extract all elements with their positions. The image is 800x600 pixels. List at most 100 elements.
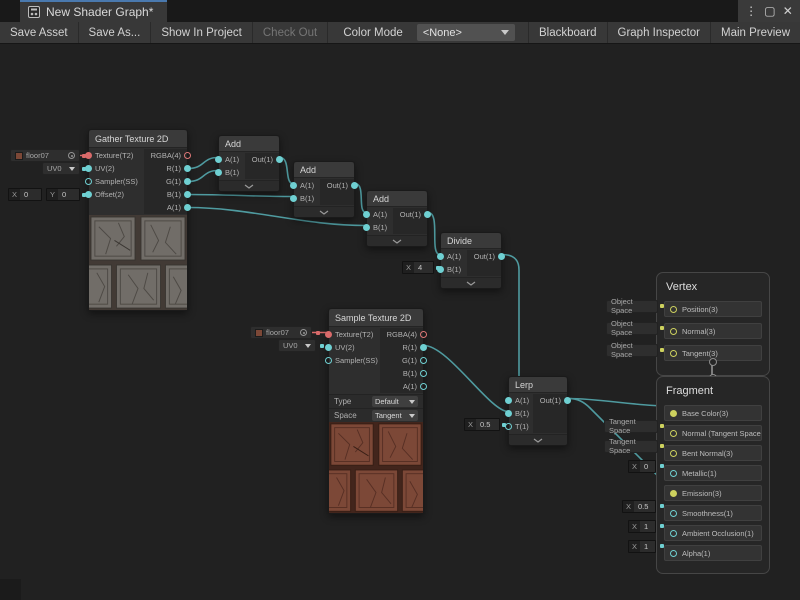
port-normal-input[interactable] xyxy=(670,328,677,335)
field-value[interactable]: 0.5 xyxy=(476,419,499,430)
offset-x-field[interactable]: X 0 xyxy=(8,188,42,201)
port-normal-ts-input[interactable] xyxy=(670,430,677,437)
port-ambient-occlusion-input[interactable] xyxy=(670,530,677,537)
node-divide[interactable]: Divide A(1) B(1) Out(1) xyxy=(440,232,502,289)
field-value[interactable]: 0 xyxy=(20,189,41,200)
texture-object-field[interactable]: floor07 xyxy=(250,326,312,339)
port-r-output[interactable] xyxy=(420,344,427,351)
port-out-output[interactable] xyxy=(276,156,283,163)
fragment-smoothness-block[interactable]: Smoothness(1) xyxy=(664,505,762,521)
port-a-input[interactable] xyxy=(505,397,512,404)
node-add-3[interactable]: Add A(1) B(1) Out(1) xyxy=(366,190,428,247)
field-value[interactable]: 0.5 xyxy=(634,501,655,512)
node-collapse-strip[interactable] xyxy=(219,180,279,191)
metallic-field[interactable]: X 0 xyxy=(628,460,656,473)
port-sampler-input[interactable] xyxy=(325,357,332,364)
kebab-menu-icon[interactable]: ⋮ xyxy=(745,4,757,18)
color-mode-dropdown[interactable]: <None> xyxy=(417,24,515,41)
fragment-context-block[interactable]: Fragment Base Color(3) Normal (Tangent S… xyxy=(656,376,770,574)
type-dropdown[interactable]: Default xyxy=(372,396,418,407)
port-t-input[interactable] xyxy=(505,423,512,430)
port-a-input[interactable] xyxy=(215,156,222,163)
node-collapse-strip[interactable] xyxy=(294,206,354,217)
node-collapse-strip[interactable] xyxy=(509,434,567,445)
fragment-base-color-block[interactable]: Base Color(3) xyxy=(664,405,762,421)
smoothness-field[interactable]: X 0.5 xyxy=(622,500,656,513)
fragment-metallic-block[interactable]: Metallic(1) xyxy=(664,465,762,481)
field-value[interactable]: 0 xyxy=(640,461,655,472)
port-rgba-output[interactable] xyxy=(420,331,427,338)
port-a-input[interactable] xyxy=(290,182,297,189)
offset-y-field[interactable]: Y 0 xyxy=(46,188,80,201)
fragment-normal-block[interactable]: Normal (Tangent Space)(3) xyxy=(664,425,762,441)
field-value[interactable]: 0 xyxy=(58,189,79,200)
ambient-occlusion-field[interactable]: X 1 xyxy=(628,520,656,533)
port-a-input[interactable] xyxy=(437,253,444,260)
port-g-output[interactable] xyxy=(420,357,427,364)
fragment-ambient-occlusion-block[interactable]: Ambient Occlusion(1) xyxy=(664,525,762,541)
alpha-field[interactable]: X 1 xyxy=(628,540,656,553)
main-preview-button[interactable]: Main Preview xyxy=(711,22,800,43)
close-icon[interactable]: ✕ xyxy=(783,4,793,18)
port-out-output[interactable] xyxy=(564,397,571,404)
object-picker-icon[interactable] xyxy=(300,329,307,336)
texture-object-field[interactable]: floor07 xyxy=(10,149,80,162)
field-value[interactable]: 1 xyxy=(640,541,655,552)
port-out-output[interactable] xyxy=(498,253,505,260)
vertex-normal-block[interactable]: Normal(3) xyxy=(664,323,762,339)
port-b-input[interactable] xyxy=(290,195,297,202)
port-b-output[interactable] xyxy=(420,370,427,377)
vertex-position-block[interactable]: Position(3) xyxy=(664,301,762,317)
port-b-input[interactable] xyxy=(505,410,512,417)
port-b-input[interactable] xyxy=(363,224,370,231)
fragment-alpha-block[interactable]: Alpha(1) xyxy=(664,545,762,561)
port-tangent-input[interactable] xyxy=(670,350,677,357)
node-collapse-strip[interactable] xyxy=(367,235,427,246)
graph-inspector-button[interactable]: Graph Inspector xyxy=(608,22,710,43)
node-add-2[interactable]: Add A(1) B(1) Out(1) xyxy=(293,161,355,218)
port-offset-input[interactable] xyxy=(85,191,92,198)
maximize-icon[interactable]: ▢ xyxy=(764,4,775,18)
port-rgba-output[interactable] xyxy=(184,152,191,159)
port-r-output[interactable] xyxy=(184,165,191,172)
port-emission-input[interactable] xyxy=(670,490,677,497)
port-smoothness-input[interactable] xyxy=(670,510,677,517)
blackboard-button[interactable]: Blackboard xyxy=(529,22,607,43)
node-lerp[interactable]: Lerp A(1) B(1) T(1) Out(1) xyxy=(508,376,568,446)
node-sample-texture-2d[interactable]: Sample Texture 2D Texture(T2) UV(2) Samp… xyxy=(328,308,424,514)
port-sampler-input[interactable] xyxy=(85,178,92,185)
port-a-output[interactable] xyxy=(420,383,427,390)
port-a-input[interactable] xyxy=(363,211,370,218)
fragment-emission-block[interactable]: Emission(3) xyxy=(664,485,762,501)
save-asset-button[interactable]: Save Asset xyxy=(0,22,78,43)
save-as-button[interactable]: Save As... xyxy=(79,22,151,43)
node-add-1[interactable]: Add A(1) B(1) Out(1) xyxy=(218,135,280,192)
port-g-output[interactable] xyxy=(184,178,191,185)
field-value[interactable]: 1 xyxy=(640,521,655,532)
port-bent-normal-input[interactable] xyxy=(670,450,677,457)
field-value[interactable]: 4 xyxy=(414,262,433,273)
space-dropdown[interactable]: Tangent xyxy=(372,410,418,421)
node-collapse-strip[interactable] xyxy=(441,277,501,288)
port-base-color-input[interactable] xyxy=(670,410,677,417)
port-metallic-input[interactable] xyxy=(670,470,677,477)
port-texture-input[interactable] xyxy=(325,331,332,338)
port-a-output[interactable] xyxy=(184,204,191,211)
fragment-bent-normal-block[interactable]: Bent Normal(3) xyxy=(664,445,762,461)
lerp-t-field[interactable]: X 0.5 xyxy=(464,418,500,431)
port-position-input[interactable] xyxy=(670,306,677,313)
port-uv-input[interactable] xyxy=(325,344,332,351)
object-picker-icon[interactable] xyxy=(68,152,75,159)
port-b-input[interactable] xyxy=(215,169,222,176)
port-uv-input[interactable] xyxy=(85,165,92,172)
node-gather-texture-2d[interactable]: Gather Texture 2D Texture(T2) UV(2) Samp… xyxy=(88,129,188,311)
show-in-project-button[interactable]: Show In Project xyxy=(151,22,252,43)
uv-channel-dropdown[interactable]: UV0 xyxy=(42,162,80,175)
port-out-output[interactable] xyxy=(424,211,431,218)
port-alpha-input[interactable] xyxy=(670,550,677,557)
port-out-output[interactable] xyxy=(351,182,358,189)
port-b-output[interactable] xyxy=(184,191,191,198)
divide-b-field[interactable]: X 4 xyxy=(402,261,434,274)
port-texture-input[interactable] xyxy=(85,152,92,159)
tab-shader-graph[interactable]: New Shader Graph* xyxy=(20,0,167,22)
